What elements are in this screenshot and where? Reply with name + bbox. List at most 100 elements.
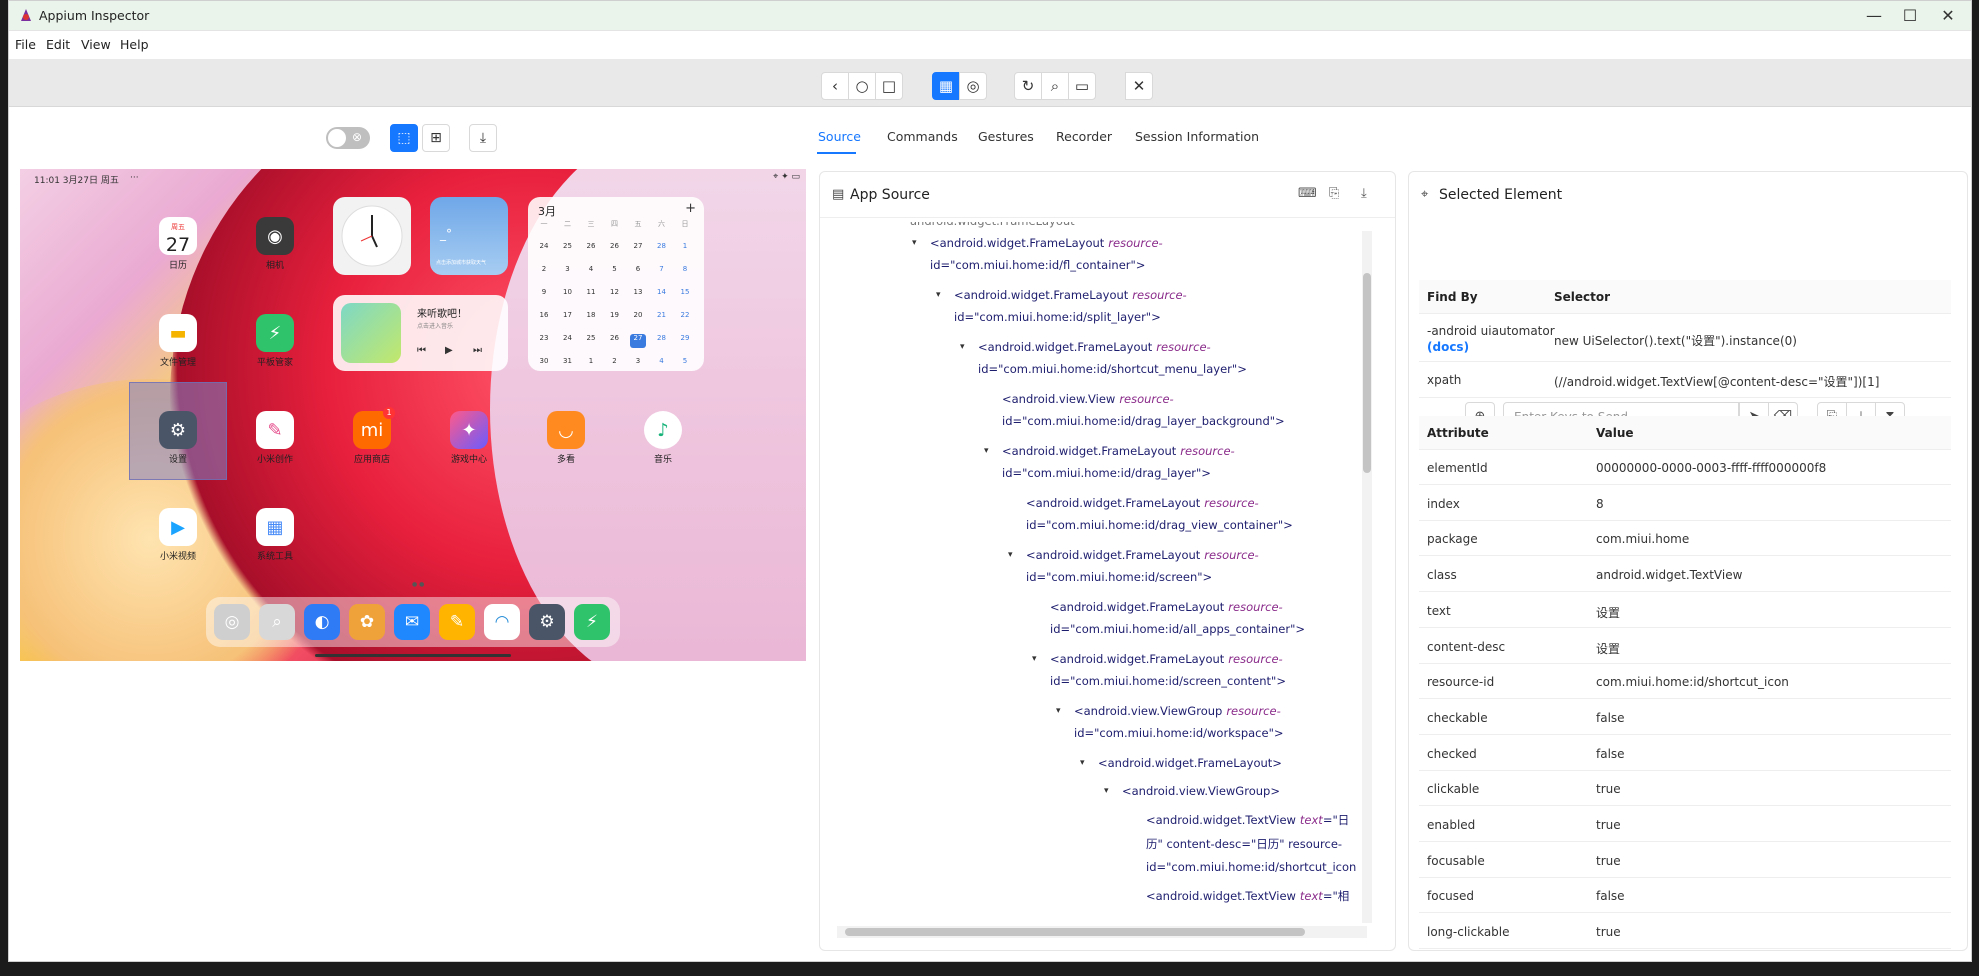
cloud-icon[interactable]: ◠ xyxy=(484,604,520,640)
select-element-button[interactable]: ⬚ xyxy=(390,124,418,152)
security-icon[interactable]: ⚡ xyxy=(574,604,610,640)
attribute-value[interactable]: true xyxy=(1596,854,1621,868)
expand-caret-icon[interactable]: ▾ xyxy=(1008,550,1013,560)
tree-vertical-scrollbar[interactable] xyxy=(1362,231,1372,923)
expand-caret-icon[interactable]: ▾ xyxy=(1032,654,1037,664)
expand-caret-icon[interactable]: ▾ xyxy=(960,342,965,352)
app-switch-button[interactable]: □ xyxy=(875,72,903,100)
tab-session-information[interactable]: Session Information xyxy=(1135,129,1259,144)
menu-view[interactable]: View xyxy=(81,37,111,52)
tree-node[interactable]: <android.widget.FrameLayout resource-id="… xyxy=(1050,652,1286,688)
browser-icon[interactable]: ◐ xyxy=(304,604,340,640)
record-button[interactable]: ▭ xyxy=(1068,72,1096,100)
attribute-value[interactable]: false xyxy=(1596,711,1625,725)
scroll-thumb[interactable] xyxy=(1363,273,1371,473)
search-button[interactable]: ⌕ xyxy=(1041,72,1069,100)
app-system-tools[interactable]: ▦ 系统工具 xyxy=(245,508,305,562)
attribute-value[interactable]: false xyxy=(1596,747,1625,761)
tab-recorder[interactable]: Recorder xyxy=(1056,129,1112,144)
attribute-value[interactable]: android.widget.TextView xyxy=(1596,568,1742,582)
app-camera[interactable]: ◉ 相机 xyxy=(245,217,305,271)
gallery-icon[interactable]: ✿ xyxy=(349,604,385,640)
attribute-value[interactable]: true xyxy=(1596,818,1621,832)
back-button[interactable]: ‹ xyxy=(821,72,849,100)
device-screenshot[interactable]: 11:01 3月27日 周五 ··· ⌖ ✦ ▭ 周五 27 日历 ◉ 相机 ▬ … xyxy=(20,169,806,661)
expand-caret-icon[interactable]: ▾ xyxy=(936,290,941,300)
attribute-value[interactable]: 8 xyxy=(1596,497,1604,511)
tree-node[interactable]: <android.widget.FrameLayout resource-id="… xyxy=(1002,444,1235,480)
play-button-icon[interactable]: ▶ xyxy=(445,345,453,356)
tree-node[interactable]: <android.widget.FrameLayout resource-id="… xyxy=(954,288,1187,324)
expand-caret-icon[interactable]: ▾ xyxy=(984,446,989,456)
next-track-icon[interactable]: ⏭ xyxy=(473,345,482,356)
tree-node[interactable]: <android.widget.FrameLayout resource-id="… xyxy=(1026,548,1259,584)
calendar-widget[interactable]: 3月 + 一二三四五六日 24 25 26 26 27 28 1 2 3 4 5 6 7 8 9 10 11 12 1… xyxy=(528,197,704,371)
native-mode-button[interactable]: ▦ xyxy=(932,72,960,100)
expand-caret-icon[interactable]: ▾ xyxy=(1104,786,1109,796)
tree-node[interactable]: <android.widget.FrameLayout resource-id="… xyxy=(978,340,1247,376)
attribute-value[interactable]: com.miui.home:id/shortcut_icon xyxy=(1596,675,1789,689)
mail-icon[interactable]: ✉ xyxy=(394,604,430,640)
tree-node[interactable]: <android.widget.TextView text="相 xyxy=(1146,888,1349,904)
menu-edit[interactable]: Edit xyxy=(46,37,70,52)
copy-icon[interactable]: ⎘ xyxy=(1329,186,1339,201)
docs-link[interactable]: (docs) xyxy=(1427,340,1469,354)
download-screenshot-button[interactable]: ⤓ xyxy=(469,124,497,152)
tree-node[interactable]: <android.widget.FrameLayout resource-id="… xyxy=(930,236,1163,272)
tab-source[interactable]: Source xyxy=(818,129,861,144)
app-settings[interactable]: ⚙ 设置 xyxy=(148,411,208,465)
attribute-value[interactable]: 设置 xyxy=(1596,604,1620,621)
weather-widget[interactable]: _° 点击添加城市获取天气 xyxy=(430,197,508,275)
tree-node[interactable]: <android.widget.FrameLayout resource-id="… xyxy=(1026,496,1293,532)
app-file-manager[interactable]: ▬ 文件管理 xyxy=(148,314,208,368)
tab-commands[interactable]: Commands xyxy=(887,129,958,144)
music-widget[interactable]: 来听歌吧！ 点击进入音乐 ⏮ ▶ ⏭ xyxy=(333,295,508,371)
menu-file[interactable]: File xyxy=(15,37,36,52)
home-button[interactable]: ○ xyxy=(848,72,876,100)
app-store[interactable]: mi 1 应用商店 xyxy=(342,407,402,465)
calendar-add-icon[interactable]: + xyxy=(685,201,696,216)
refresh-button[interactable]: ↻ xyxy=(1014,72,1042,100)
tree-node[interactable]: <android.widget.TextView text="日 历" conten… xyxy=(1146,812,1356,874)
clock-widget[interactable] xyxy=(333,197,411,275)
web-mode-button[interactable]: ◎ xyxy=(959,72,987,100)
notes-icon[interactable]: ✎ xyxy=(439,604,475,640)
tree-node[interactable]: <android.view.ViewGroup resource-id="com.… xyxy=(1074,704,1284,740)
tree-node[interactable]: android.widget.FrameLayout xyxy=(910,222,1075,228)
expand-caret-icon[interactable]: ▾ xyxy=(1080,758,1085,768)
screenshot-toggle[interactable]: ⊗ xyxy=(326,127,370,149)
source-tree[interactable]: android.widget.FrameLayout ▾ <android.widg… xyxy=(820,222,1360,922)
app-mi-video[interactable]: ▶ 小米视频 xyxy=(148,508,208,562)
search-icon[interactable]: ⌕ xyxy=(259,604,295,640)
tree-horizontal-scrollbar[interactable] xyxy=(837,926,1367,938)
app-icon-dock[interactable]: ◎ xyxy=(214,604,250,640)
app-music[interactable]: ♪ 音乐 xyxy=(633,411,693,465)
previous-track-icon[interactable]: ⏮ xyxy=(417,345,426,356)
attribute-value[interactable]: 00000000-0000-0003-ffff-ffff000000f8 xyxy=(1596,461,1826,475)
selector-value[interactable]: new UiSelector().text("设置").instance(0) xyxy=(1554,332,1797,349)
close-window-button[interactable]: ✕ xyxy=(1925,1,1971,31)
app-calendar[interactable]: 周五 27 日历 xyxy=(148,217,208,271)
menu-help[interactable]: Help xyxy=(120,37,149,52)
tap-coordinate-button[interactable]: ⊞ xyxy=(422,124,450,152)
tree-node[interactable]: <android.view.View resource-id="com.miui.… xyxy=(1002,392,1285,428)
attribute-value[interactable]: 设置 xyxy=(1596,640,1620,657)
attribute-value[interactable]: false xyxy=(1596,889,1625,903)
download-icon[interactable]: ⤓ xyxy=(1361,186,1367,201)
scroll-thumb[interactable] xyxy=(845,928,1305,936)
app-duokan[interactable]: ◡ 多看 xyxy=(536,411,596,465)
app-mi-create[interactable]: ✎ 小米创作 xyxy=(245,411,305,465)
selector-value[interactable]: (//android.widget.TextView[@content-desc… xyxy=(1554,373,1879,390)
terminal-icon[interactable]: ⌨ xyxy=(1298,186,1317,201)
expand-caret-icon[interactable]: ▾ xyxy=(912,238,917,248)
attribute-value[interactable]: true xyxy=(1596,925,1621,939)
expand-caret-icon[interactable]: ▾ xyxy=(1056,706,1061,716)
tree-node[interactable]: <android.view.ViewGroup> xyxy=(1122,784,1280,798)
settings-icon[interactable]: ⚙ xyxy=(529,604,565,640)
attribute-value[interactable]: com.miui.home xyxy=(1596,532,1689,546)
quit-session-button[interactable]: ✕ xyxy=(1125,72,1153,100)
attribute-value[interactable]: true xyxy=(1596,782,1621,796)
app-security[interactable]: ⚡ 平板管家 xyxy=(245,314,305,368)
tree-node[interactable]: <android.widget.FrameLayout> xyxy=(1098,756,1282,770)
tab-gestures[interactable]: Gestures xyxy=(978,129,1034,144)
